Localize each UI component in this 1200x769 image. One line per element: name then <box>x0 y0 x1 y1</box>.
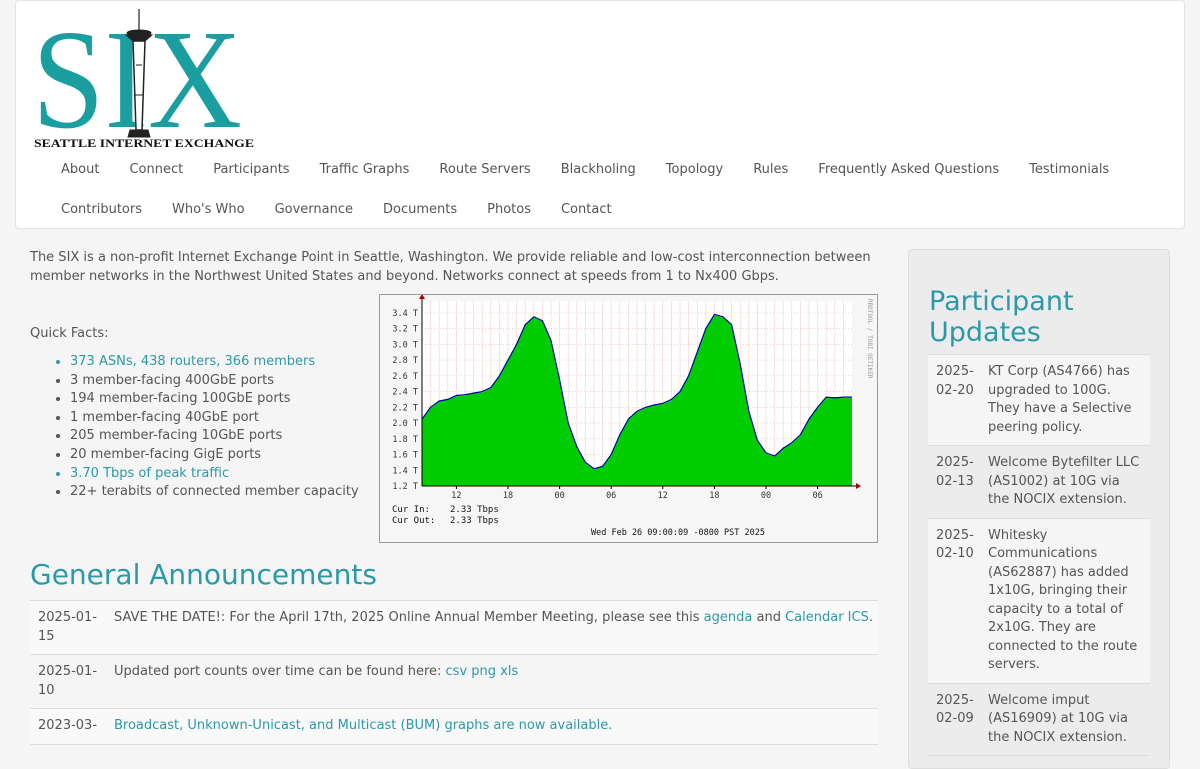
nav-topology[interactable]: Topology <box>651 159 738 181</box>
cur-out-label: Cur Out: <box>392 516 435 526</box>
chart-y-tick-label: 2.8 T <box>392 356 418 366</box>
nav-contributors[interactable]: Contributors <box>46 199 157 221</box>
nav-faq[interactable]: Frequently Asked Questions <box>803 159 1014 181</box>
update-date: 2025-02-20 <box>936 364 974 398</box>
nav-photos[interactable]: Photos <box>472 199 546 221</box>
update-date: 2025-02-13 <box>936 455 974 489</box>
announcements-table: 2025-01-15 SAVE THE DATE!: For the April … <box>30 600 878 745</box>
nav-contact[interactable]: Contact <box>546 199 627 221</box>
quick-fact-item: 3 member-facing 400GbE ports <box>70 372 359 391</box>
svg-text:SEATTLE INTERNET EXCHANGE: SEATTLE INTERNET EXCHANGE <box>34 138 254 150</box>
cur-out-value: 2.33 Tbps <box>450 516 499 526</box>
update-row: 2025-02-09 Welcome imput (AS16909) at 10G… <box>928 684 1150 756</box>
chart-side-label: RRDTOOL / TOBI OETIKER <box>866 299 873 379</box>
nav-governance[interactable]: Governance <box>260 199 368 221</box>
announcement-row: 2025-01-15 SAVE THE DATE!: For the April … <box>30 601 878 655</box>
quick-facts-title: Quick Facts: <box>30 326 109 341</box>
chart-x-tick-label: 12 <box>451 491 461 501</box>
chart-timestamp: Wed Feb 26 09:00:09 -0800 PST 2025 <box>591 528 765 538</box>
cur-in-value: 2.33 Tbps <box>450 505 499 515</box>
quick-fact-item[interactable]: 373 ASNs, 438 routers, 366 members <box>70 353 359 372</box>
announcement-link[interactable]: png <box>471 664 496 679</box>
chart-x-tick-label: 18 <box>709 491 719 501</box>
nav-testimonials[interactable]: Testimonials <box>1014 159 1124 181</box>
quick-fact-item: 205 member-facing 10GbE ports <box>70 427 359 446</box>
participant-updates-panel: Participant Updates 2025-02-20 KT Corp (A… <box>908 249 1170 769</box>
intro-paragraph: The SIX is a non-profit Internet Exchang… <box>30 250 871 284</box>
chart-y-tick-label: 3.0 T <box>392 340 418 350</box>
update-date: 2025-02-09 <box>936 692 974 727</box>
announcement-text: SAVE THE DATE!: For the April 17th, 2025… <box>114 610 873 625</box>
nav-about[interactable]: About <box>46 159 114 181</box>
chart-x-tick-label: 06 <box>606 491 616 501</box>
nav-traffic-graphs[interactable]: Traffic Graphs <box>305 159 425 181</box>
cur-in-label: Cur In: <box>392 505 430 515</box>
site-header: SIX SEATTLE INTERNET EXCHANGE About Conn… <box>15 0 1185 229</box>
chart-x-tick-label: 00 <box>554 491 564 501</box>
update-text: Whitesky Communications (AS62887) has ad… <box>988 527 1138 673</box>
quick-fact-item: 22+ terabits of connected member capacit… <box>70 483 359 502</box>
chart-x-tick-label: 12 <box>658 491 668 501</box>
nav-documents[interactable]: Documents <box>368 199 472 221</box>
chart-x-tick-label: 18 <box>503 491 513 501</box>
chart-x-arrow <box>856 483 861 489</box>
nav-rules[interactable]: Rules <box>738 159 803 181</box>
announcement-link[interactable]: csv <box>446 664 468 679</box>
update-text: Welcome Bytefilter LLC (AS1002) at 10G v… <box>988 455 1140 507</box>
nav-participants[interactable]: Participants <box>198 159 304 181</box>
nav-whos-who[interactable]: Who's Who <box>157 199 260 221</box>
announcement-row: 2025-01-10 Updated port counts over time … <box>30 655 878 709</box>
announcement-date: 2025-01-10 <box>38 664 98 698</box>
announcement-link[interactable]: Calendar ICS <box>785 610 869 625</box>
quick-fact-item: 20 member-facing GigE ports <box>70 446 359 465</box>
quick-fact-item: 194 member-facing 100GbE ports <box>70 390 359 409</box>
announcement-date: 2025-01-15 <box>38 610 98 644</box>
update-text: Welcome imput (AS16909) at 10G via the N… <box>988 692 1128 745</box>
quick-fact-item[interactable]: 3.70 Tbps of peak traffic <box>70 465 359 484</box>
announcements-title: General Announcements <box>30 558 377 591</box>
announcement-link[interactable]: agenda <box>704 610 753 625</box>
chart-y-tick-label: 3.2 T <box>392 325 418 335</box>
chart-y-tick-label: 2.4 T <box>392 388 418 398</box>
announcement-link[interactable]: Broadcast, Unknown-Unicast, and Multicas… <box>114 718 612 733</box>
nav-blackholing[interactable]: Blackholing <box>546 159 651 181</box>
nav-connect[interactable]: Connect <box>114 159 198 181</box>
participant-updates-title: Participant Updates <box>929 286 1074 348</box>
announcement-text: Updated port counts over time can be fou… <box>114 664 519 679</box>
chart-y-arrow <box>419 295 425 299</box>
nav-route-servers[interactable]: Route Servers <box>424 159 545 181</box>
chart-y-tick-label: 1.6 T <box>392 451 418 461</box>
chart-x-tick-label: 06 <box>812 491 822 501</box>
main-nav-row-2: Contributors Who's Who Governance Docume… <box>46 199 627 221</box>
update-row: 2025-02-10 Whitesky Communications (AS628… <box>928 518 1150 684</box>
chart-y-tick-label: 1.8 T <box>392 435 418 445</box>
update-row: 2025-02-13 Welcome Bytefilter LLC (AS1002… <box>928 446 1150 519</box>
quick-fact-item: 1 member-facing 40GbE port <box>70 409 359 428</box>
announcement-date: 2023-03- <box>38 718 98 733</box>
traffic-graph[interactable]: 1.2 T 1.4 T 1.6 T 1.8 T 2.0 T 2.2 T 2.4 T 2.6 T… <box>379 294 878 543</box>
chart-y-tick-label: 1.2 T <box>392 482 418 492</box>
update-date: 2025-02-10 <box>936 527 974 562</box>
chart-y-tick-label: 3.4 T <box>392 309 418 319</box>
chart-y-tick-label: 1.4 T <box>392 466 418 476</box>
quick-facts-list: 373 ASNs, 438 routers, 366 members3 memb… <box>52 353 359 502</box>
traffic-chart: 1.2 T 1.4 T 1.6 T 1.8 T 2.0 T 2.2 T 2.4 T 2.6 T… <box>392 295 873 538</box>
chart-y-tick-label: 2.2 T <box>392 403 418 413</box>
main-nav-row-1: About Connect Participants Traffic Graph… <box>46 159 1124 181</box>
announcement-row: 2023-03- Broadcast, Unknown-Unicast, and … <box>30 709 878 745</box>
chart-x-tick-label: 00 <box>761 491 771 501</box>
chart-y-tick-label: 2.0 T <box>392 419 418 429</box>
participant-updates-table: 2025-02-20 KT Corp (AS4766) has upgraded … <box>928 354 1150 756</box>
chart-y-tick-label: 2.6 T <box>392 372 418 382</box>
update-text: KT Corp (AS4766) has upgraded to 100G. T… <box>988 364 1132 435</box>
six-logo[interactable]: SIX SEATTLE INTERNET EXCHANGE <box>32 0 258 158</box>
announcement-text: Broadcast, Unknown-Unicast, and Multicas… <box>108 717 878 736</box>
update-row: 2025-02-20 KT Corp (AS4766) has upgraded … <box>928 355 1150 446</box>
announcement-link[interactable]: xls <box>500 664 518 679</box>
